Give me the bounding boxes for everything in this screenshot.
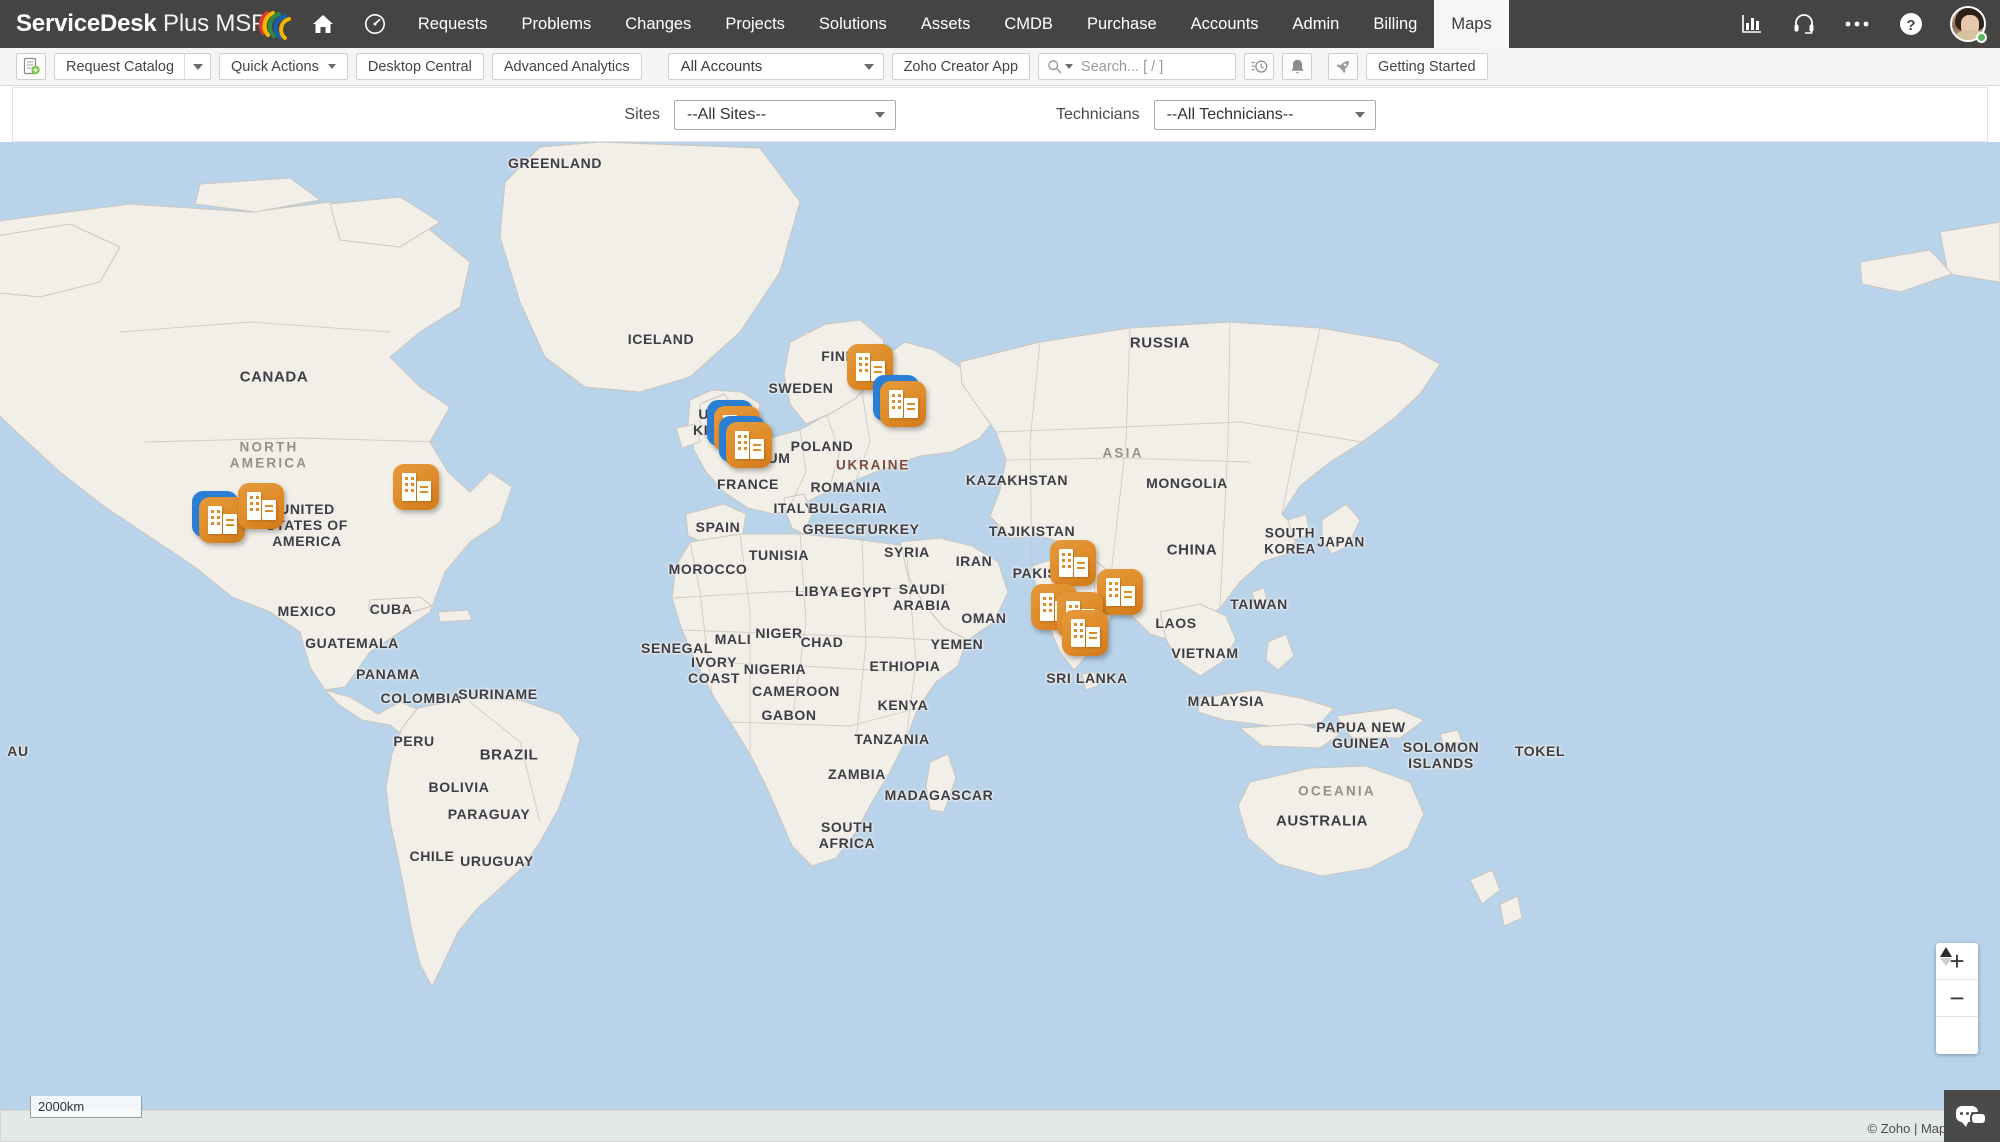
rocket-icon[interactable]	[1328, 53, 1358, 80]
chat-bubbles-icon[interactable]	[1944, 1090, 2000, 1142]
search-input[interactable]: Search... [ / ]	[1038, 53, 1236, 80]
more-ellipsis-icon[interactable]	[1830, 0, 1884, 48]
brand-bold: ServiceDesk	[16, 10, 157, 37]
home-icon[interactable]	[297, 0, 349, 48]
quick-actions-button[interactable]: Quick Actions	[219, 53, 348, 80]
brand-title: ServiceDesk Plus MSP	[16, 10, 267, 38]
top-navigation-bar: ServiceDesk Plus MSP Requests Problems C…	[0, 0, 2000, 48]
getting-started-button[interactable]: Getting Started	[1366, 53, 1488, 80]
nav-item-admin[interactable]: Admin	[1276, 0, 1357, 48]
secondary-toolbar: Request Catalog Quick Actions Desktop Ce…	[0, 48, 2000, 86]
map-filter-bar: Sites --All Sites-- Technicians --All Te…	[12, 87, 1988, 142]
search-scope-chevron-icon[interactable]	[1065, 64, 1073, 69]
building-icon	[1062, 610, 1108, 656]
chevron-down-icon	[1355, 112, 1365, 118]
nav-item-assets[interactable]: Assets	[904, 0, 988, 48]
nav-item-cmdb[interactable]: CMDB	[987, 0, 1070, 48]
chevron-down-icon	[328, 64, 336, 69]
dashboard-gauge-icon[interactable]	[349, 0, 401, 48]
nav-item-projects[interactable]: Projects	[708, 0, 802, 48]
site-marker-india-north[interactable]	[1050, 540, 1096, 586]
zoom-out-button[interactable]: −	[1936, 980, 1978, 1017]
chevron-down-icon[interactable]	[184, 54, 210, 79]
svg-text:?: ?	[1906, 17, 1915, 34]
nav-item-billing[interactable]: Billing	[1356, 0, 1434, 48]
building-icon	[880, 381, 926, 427]
zoho-swirl-icon	[257, 7, 291, 41]
avatar[interactable]	[1950, 6, 1986, 42]
zoho-creator-app-button[interactable]: Zoho Creator App	[892, 53, 1030, 80]
request-catalog-label: Request Catalog	[66, 59, 174, 75]
history-clock-icon[interactable]	[1244, 53, 1274, 80]
nav-item-purchase[interactable]: Purchase	[1070, 0, 1174, 48]
quick-actions-label: Quick Actions	[231, 59, 319, 75]
world-map[interactable]: .land { fill:#f2efe9; stroke:#c9c6bf; st…	[0, 142, 2000, 1142]
site-marker-usa-east[interactable]	[393, 464, 439, 510]
compass-up-icon[interactable]	[1936, 1017, 1978, 1054]
nav-item-accounts[interactable]: Accounts	[1174, 0, 1276, 48]
map-landmass-vector: .land { fill:#f2efe9; stroke:#c9c6bf; st…	[0, 142, 2000, 1142]
top-nav-right-tools: ?	[1726, 0, 2000, 48]
technicians-select-value: --All Technicians--	[1167, 106, 1294, 124]
brand-light: Plus MSP	[157, 10, 267, 37]
search-icon	[1047, 59, 1062, 74]
advanced-analytics-button[interactable]: Advanced Analytics	[492, 53, 642, 80]
nav-item-maps[interactable]: Maps	[1434, 0, 1508, 48]
bar-chart-icon[interactable]	[1726, 0, 1778, 48]
accounts-select-value: All Accounts	[681, 58, 763, 75]
site-marker-india-south[interactable]	[1062, 610, 1108, 656]
help-question-icon[interactable]: ?	[1884, 0, 1938, 48]
technicians-select[interactable]: --All Technicians--	[1154, 100, 1376, 130]
technicians-filter-group: Technicians --All Technicians--	[1056, 100, 1376, 130]
status-badge	[1976, 32, 1987, 43]
building-icon	[726, 422, 772, 468]
map-zoom-controls[interactable]: + −	[1936, 943, 1978, 1054]
app-logo[interactable]: ServiceDesk Plus MSP	[0, 0, 297, 48]
nav-item-changes[interactable]: Changes	[608, 0, 708, 48]
sites-select[interactable]: --All Sites--	[674, 100, 896, 130]
new-request-icon[interactable]	[16, 53, 46, 80]
chevron-down-icon	[875, 112, 885, 118]
headset-icon[interactable]	[1778, 0, 1830, 48]
desktop-central-button[interactable]: Desktop Central	[356, 53, 484, 80]
nav-item-requests[interactable]: Requests	[401, 0, 505, 48]
building-icon	[393, 464, 439, 510]
search-placeholder: Search... [ / ]	[1081, 59, 1163, 75]
sites-label: Sites	[624, 106, 660, 124]
minus-icon: −	[1949, 985, 1964, 1011]
building-icon	[1050, 540, 1096, 586]
map-scale-bar: 2000km	[30, 1096, 142, 1118]
site-marker-uk-2[interactable]	[726, 422, 772, 468]
accounts-select[interactable]: All Accounts	[668, 53, 884, 80]
site-marker-usa-west-2[interactable]	[238, 483, 284, 529]
technicians-label: Technicians	[1056, 106, 1140, 124]
sites-select-value: --All Sites--	[687, 106, 766, 124]
nav-item-problems[interactable]: Problems	[505, 0, 609, 48]
sites-filter-group: Sites --All Sites--	[624, 100, 896, 130]
bell-icon[interactable]	[1282, 53, 1312, 80]
building-icon	[1097, 569, 1143, 615]
site-marker-india-east[interactable]	[1097, 569, 1143, 615]
site-marker-russia-west[interactable]	[880, 381, 926, 427]
map-scale-label: 2000km	[38, 1099, 84, 1114]
chevron-down-icon	[864, 64, 874, 70]
request-catalog-button[interactable]: Request Catalog	[54, 53, 211, 80]
building-icon	[238, 483, 284, 529]
nav-item-solutions[interactable]: Solutions	[802, 0, 904, 48]
